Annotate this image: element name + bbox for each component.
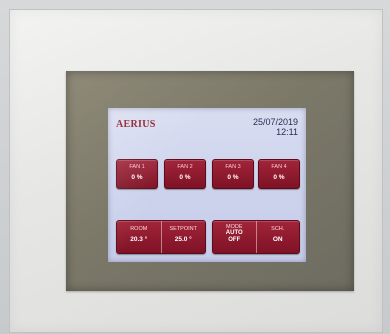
setpoint-value: 25.0 ° xyxy=(174,236,192,243)
room-label: ROOM xyxy=(130,226,148,232)
schedule-cell[interactable]: SCH. ON xyxy=(255,221,300,253)
fan-1-value: 0 % xyxy=(131,174,143,181)
climate-panel: ROOM 20.3 ° SETPOINT 25.0 ° xyxy=(116,220,206,254)
photo-background: AERIUS 25/07/2019 12:11 FAN 1 0 % FAN 2 … xyxy=(0,0,390,334)
fan-2-value: 0 % xyxy=(179,174,191,181)
time-display: 12:11 xyxy=(276,127,298,137)
mode-state: OFF xyxy=(228,237,241,243)
setpoint-label: SETPOINT xyxy=(169,226,197,232)
fan-2-button[interactable]: FAN 2 0 % xyxy=(164,159,206,189)
room-temperature-cell[interactable]: ROOM 20.3 ° xyxy=(117,221,161,253)
setpoint-cell[interactable]: SETPOINT 25.0 ° xyxy=(160,221,206,253)
mode-value: AUTO xyxy=(225,230,243,236)
date-display: 25/07/2019 xyxy=(252,117,298,127)
fan-1-button[interactable]: FAN 1 0 % xyxy=(116,159,158,189)
fan-4-value: 0 % xyxy=(273,174,285,181)
room-value: 20.3 ° xyxy=(130,236,148,243)
fan-4-button[interactable]: FAN 4 0 % xyxy=(258,159,300,189)
fan-1-label: FAN 1 xyxy=(129,164,145,170)
schedule-value: ON xyxy=(272,236,283,243)
touch-screen: AERIUS 25/07/2019 12:11 FAN 1 0 % FAN 2 … xyxy=(108,108,306,262)
wall-plate: AERIUS 25/07/2019 12:11 FAN 1 0 % FAN 2 … xyxy=(10,10,382,332)
device-bezel: AERIUS 25/07/2019 12:11 FAN 1 0 % FAN 2 … xyxy=(66,71,354,291)
fan-4-label: FAN 4 xyxy=(271,164,287,170)
control-panel: MODE AUTO OFF SCH. ON xyxy=(212,220,300,254)
fan-3-value: 0 % xyxy=(227,174,239,181)
fan-3-button[interactable]: FAN 3 0 % xyxy=(212,159,254,189)
fan-2-label: FAN 2 xyxy=(177,164,193,170)
fan-3-label: FAN 3 xyxy=(225,164,241,170)
schedule-label: SCH. xyxy=(271,226,285,232)
mode-cell[interactable]: MODE AUTO OFF xyxy=(213,221,256,253)
brand-logo: AERIUS xyxy=(116,119,156,130)
